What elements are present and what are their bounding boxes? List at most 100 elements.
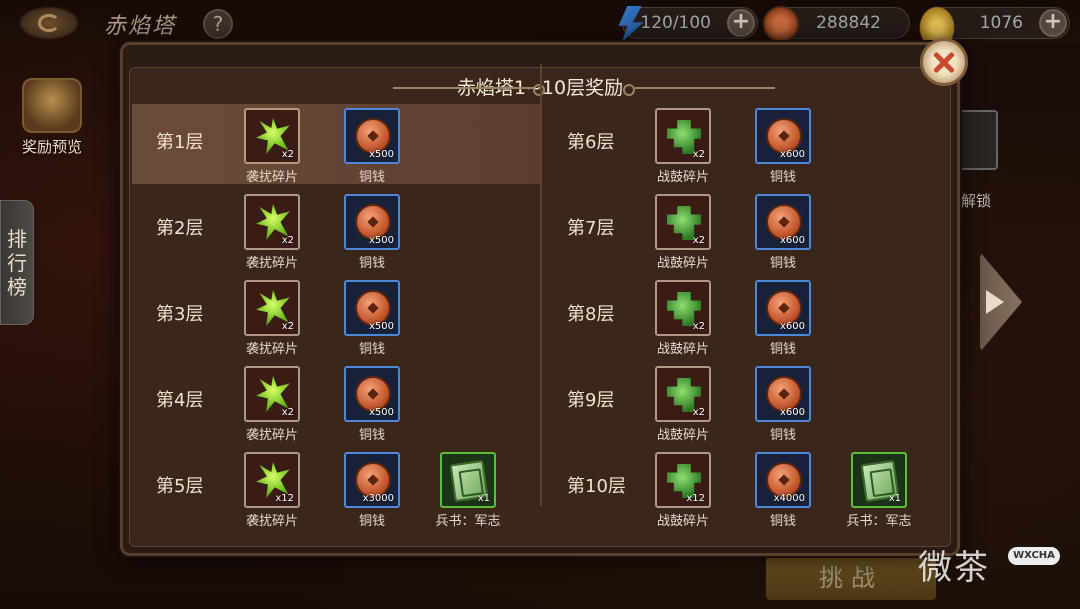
- item-slot[interactable]: x3000: [344, 452, 400, 508]
- item-name: 铜钱: [769, 256, 796, 271]
- item-quantity: x600: [779, 321, 805, 332]
- reward-preview-button[interactable]: 奖励预览: [12, 78, 92, 166]
- item-name: 战鼓碎片: [656, 514, 709, 529]
- reward-item[interactable]: x2 战鼓碎片: [655, 108, 711, 185]
- reward-item[interactable]: x12 袭扰碎片: [244, 452, 300, 529]
- item-quantity: x2: [281, 321, 294, 332]
- reward-item[interactable]: x12 战鼓碎片: [655, 452, 711, 529]
- item-quantity: x500: [368, 407, 394, 418]
- item-slot[interactable]: x2: [655, 194, 711, 250]
- item-name: 铜钱: [358, 514, 385, 529]
- reward-item[interactable]: x500 铜钱: [344, 366, 400, 443]
- add-energy-button[interactable]: +: [727, 9, 755, 37]
- reward-item[interactable]: x2 袭扰碎片: [244, 108, 300, 185]
- reward-item[interactable]: x1 兵书：军志: [435, 452, 501, 529]
- item-name: 铜钱: [358, 256, 385, 271]
- help-button[interactable]: ?: [203, 9, 233, 39]
- item-slot[interactable]: x500: [344, 108, 400, 164]
- cloud-menu-icon[interactable]: [18, 6, 80, 40]
- energy-value: 120/100: [640, 13, 711, 33]
- item-slot[interactable]: x600: [755, 194, 811, 250]
- item-quantity: x600: [779, 235, 805, 246]
- item-quantity: x2: [281, 407, 294, 418]
- item-slot[interactable]: x2: [244, 194, 300, 250]
- reward-item[interactable]: x3000 铜钱: [344, 452, 400, 529]
- item-name: 铜钱: [358, 342, 385, 357]
- energy-counter: 120/100 +: [618, 6, 758, 42]
- reward-item[interactable]: x1 兵书：军志: [846, 452, 912, 529]
- floor-label: 第10层: [567, 476, 626, 497]
- item-slot[interactable]: x500: [344, 366, 400, 422]
- gold-ingot-icon: [919, 6, 955, 42]
- locked-slot-icon: [958, 110, 998, 170]
- reward-row: 第2层 x2 袭扰碎片 x500 铜钱: [132, 190, 541, 271]
- item-quantity: x2: [692, 149, 705, 160]
- close-button[interactable]: [920, 38, 968, 86]
- reward-item[interactable]: x600 铜钱: [755, 280, 811, 357]
- reward-item[interactable]: x2 袭扰碎片: [244, 280, 300, 357]
- item-slot[interactable]: x12: [244, 452, 300, 508]
- copper-value: 288842: [816, 13, 881, 33]
- item-quantity: x600: [779, 407, 805, 418]
- item-slot[interactable]: x2: [655, 108, 711, 164]
- item-name: 袭扰碎片: [245, 170, 298, 185]
- item-slot[interactable]: x2: [244, 108, 300, 164]
- item-slot[interactable]: x2: [655, 280, 711, 336]
- top-bar: 赤焰塔 ? 120/100 + 288842 1076 +: [0, 0, 1080, 44]
- reward-item[interactable]: x2 袭扰碎片: [244, 194, 300, 271]
- item-slot[interactable]: x600: [755, 108, 811, 164]
- item-name: 铜钱: [358, 428, 385, 443]
- reward-row: 第8层 x2 战鼓碎片 x600 铜钱: [543, 276, 952, 357]
- challenge-button[interactable]: 挑战: [766, 556, 936, 600]
- reward-item[interactable]: x2 战鼓碎片: [655, 280, 711, 357]
- item-quantity: x3000: [362, 493, 394, 504]
- item-slot[interactable]: x600: [755, 280, 811, 336]
- floor-label: 第2层: [156, 218, 204, 239]
- add-gold-button[interactable]: +: [1039, 9, 1067, 37]
- item-slot[interactable]: x500: [344, 194, 400, 250]
- reward-item[interactable]: x600 铜钱: [755, 366, 811, 443]
- reward-item[interactable]: x2 战鼓碎片: [655, 194, 711, 271]
- unlock-label: 解锁: [961, 192, 992, 210]
- reward-item[interactable]: x2 战鼓碎片: [655, 366, 711, 443]
- item-slot[interactable]: x600: [755, 366, 811, 422]
- item-slot[interactable]: x2: [655, 366, 711, 422]
- reward-item[interactable]: x500 铜钱: [344, 108, 400, 185]
- reward-row: 第7层 x2 战鼓碎片 x600 铜钱: [543, 190, 952, 271]
- reward-item[interactable]: x2 袭扰碎片: [244, 366, 300, 443]
- title-ornament-left: [393, 84, 545, 96]
- reward-row: 第3层 x2 袭扰碎片 x500 铜钱: [132, 276, 541, 357]
- item-slot[interactable]: x500: [344, 280, 400, 336]
- reward-item[interactable]: x4000 铜钱: [755, 452, 811, 529]
- reward-row: 第4层 x2 袭扰碎片 x500 铜钱: [132, 362, 541, 443]
- item-slot[interactable]: x4000: [755, 452, 811, 508]
- floor-label: 第9层: [567, 390, 615, 411]
- item-quantity: x500: [368, 149, 394, 160]
- item-slot[interactable]: x1: [440, 452, 496, 508]
- item-name: 兵书：军志: [846, 514, 912, 529]
- reward-item[interactable]: x500 铜钱: [344, 280, 400, 357]
- ranking-tab[interactable]: 排行榜: [0, 200, 34, 325]
- treasure-chest-icon: [22, 78, 82, 133]
- reward-row: 第1层 x2 袭扰碎片 x500 铜钱: [132, 104, 541, 185]
- item-name: 铜钱: [769, 170, 796, 185]
- floor-label: 第3层: [156, 304, 204, 325]
- item-slot[interactable]: x1: [851, 452, 907, 508]
- item-slot[interactable]: x2: [244, 366, 300, 422]
- item-name: 袭扰碎片: [245, 342, 298, 357]
- item-slot[interactable]: x12: [655, 452, 711, 508]
- item-name: 袭扰碎片: [245, 256, 298, 271]
- item-name: 铜钱: [769, 342, 796, 357]
- item-quantity: x2: [692, 235, 705, 246]
- reward-item[interactable]: x500 铜钱: [344, 194, 400, 271]
- item-quantity: x500: [368, 321, 394, 332]
- copper-coin-icon: [763, 6, 799, 42]
- watermark-badge: WXCHA: [1008, 547, 1060, 565]
- item-quantity: x500: [368, 235, 394, 246]
- reward-row: 第9层 x2 战鼓碎片 x600 铜钱: [543, 362, 952, 443]
- reward-item[interactable]: x600 铜钱: [755, 108, 811, 185]
- reward-item[interactable]: x600 铜钱: [755, 194, 811, 271]
- item-quantity: x12: [275, 493, 294, 504]
- item-slot[interactable]: x2: [244, 280, 300, 336]
- floor-label: 第8层: [567, 304, 615, 325]
